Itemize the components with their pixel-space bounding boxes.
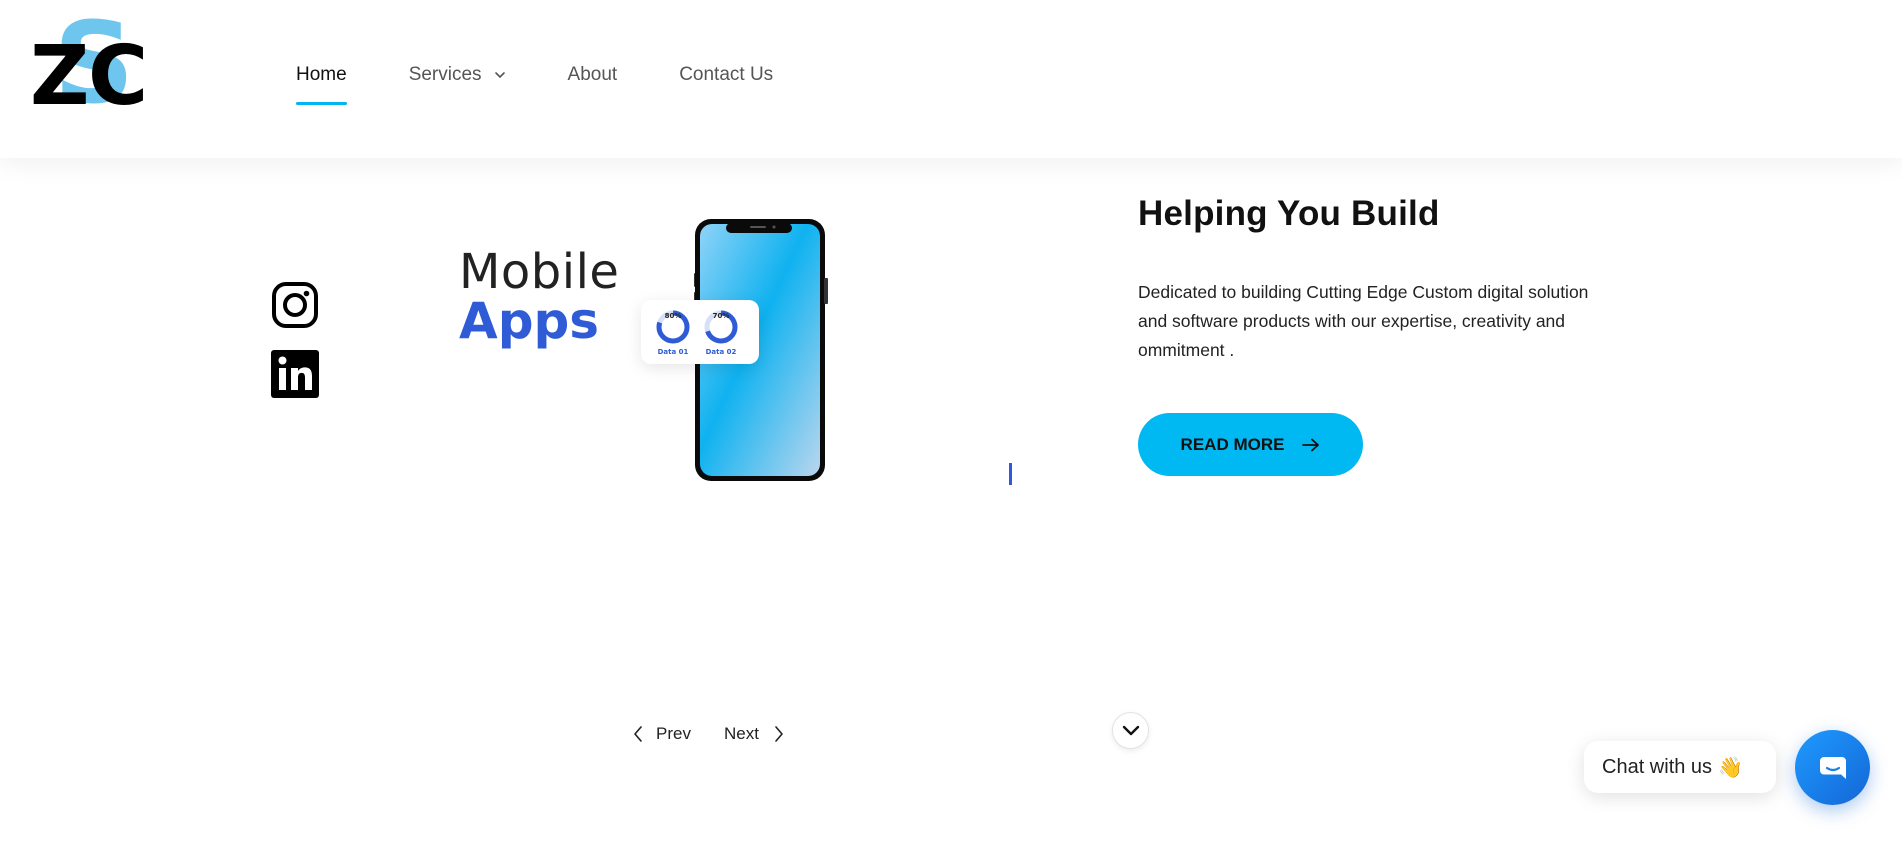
nav-services[interactable]: Services	[409, 64, 506, 86]
zsc-logo[interactable]: S Z C	[26, 18, 154, 126]
nav-about[interactable]: About	[568, 64, 618, 86]
nav-contact[interactable]: Contact Us	[679, 64, 773, 86]
nav-home-label: Home	[296, 64, 347, 85]
donut-1-value: 80%	[664, 312, 682, 320]
mobile-word: Mobile	[459, 244, 620, 300]
wave-emoji-icon: 👋	[1718, 756, 1743, 779]
chat-prompt-bubble[interactable]: Chat with us 👋	[1584, 741, 1776, 793]
nav-services-label: Services	[408, 64, 482, 85]
svg-text:C: C	[88, 29, 148, 124]
hero-description: Dedicated to building Cutting Edge Custo…	[1138, 282, 1589, 360]
donut-2-caption: Data 02	[705, 348, 737, 356]
read-more-button[interactable]: READ MORE	[1138, 413, 1363, 476]
prev-label: Prev	[656, 724, 691, 743]
arrow-right-icon	[1302, 438, 1320, 451]
next-label: Next	[724, 724, 759, 743]
data-card: 80% Data 01 70% Data 02	[641, 300, 759, 364]
read-more-label: READ MORE	[1180, 434, 1285, 454]
chevron-right-icon	[775, 726, 783, 742]
chevron-down-icon	[494, 72, 505, 79]
nav-about-label: About	[567, 64, 618, 85]
chat-label: Chat with us	[1602, 755, 1713, 778]
hero-title: Helping You Build	[1138, 194, 1440, 233]
main-nav: Home Services About Contact Us	[296, 64, 835, 105]
chat-launcher-button[interactable]	[1795, 730, 1870, 805]
donut-2-value: 70%	[712, 312, 730, 320]
mobile-apps-heading: Mobile Apps	[459, 248, 619, 346]
site-header: S Z C Home Services About Contact Us	[0, 0, 1902, 158]
nav-home[interactable]: Home	[296, 64, 347, 105]
chevron-down-icon	[1122, 725, 1139, 735]
chat-icon	[1819, 756, 1846, 779]
linkedin-icon[interactable]	[271, 350, 319, 398]
svg-text:Z: Z	[30, 29, 89, 124]
slide-indicator	[1009, 463, 1012, 485]
donut-1-caption: Data 01	[657, 348, 689, 356]
nav-contact-label: Contact Us	[679, 64, 774, 85]
chevron-left-icon	[634, 726, 642, 742]
instagram-icon[interactable]	[271, 281, 319, 329]
apps-word: Apps	[459, 292, 600, 350]
next-button[interactable]: Next	[724, 724, 785, 744]
prev-button[interactable]: Prev	[632, 724, 691, 744]
scroll-down-button[interactable]	[1112, 712, 1149, 749]
